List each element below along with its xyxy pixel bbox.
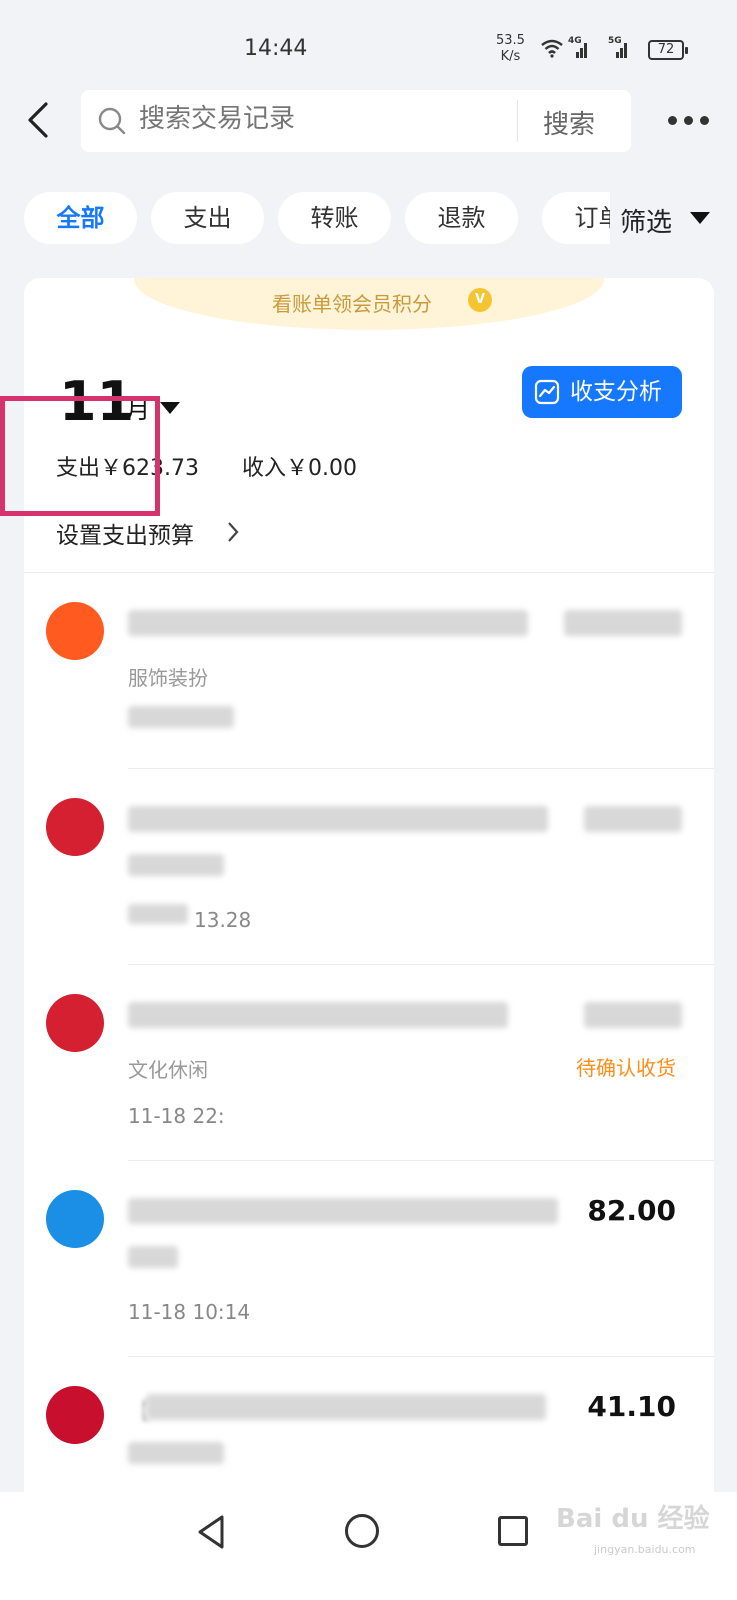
blurred-title	[128, 806, 548, 832]
merchant-avatar	[46, 1386, 104, 1444]
blurred-category	[128, 1246, 178, 1268]
transaction-category: 文化休闲	[128, 1058, 208, 1082]
blurred-amount	[584, 806, 682, 832]
search-button[interactable]: 搜索	[543, 104, 595, 141]
search-bar[interactable]: 搜索	[81, 90, 631, 152]
chip-all[interactable]: 全部	[24, 192, 137, 244]
chip-order-clipped: 订单	[542, 192, 610, 244]
more-menu-icon[interactable]	[668, 116, 709, 125]
status-bar: 14:44 53.5 K/s 4G 5G 72	[0, 0, 737, 80]
chart-icon	[534, 379, 560, 405]
network-speed-unit: K/s	[500, 49, 521, 64]
transaction-item[interactable]: 文化休闲 11-18 22: 待确认收货	[24, 964, 714, 1160]
annotation-highlight-box	[0, 396, 160, 516]
nav-home-icon[interactable]	[345, 1514, 379, 1548]
chip-expense[interactable]: 支出	[151, 192, 264, 244]
watermark-logo: Bai du 经验	[556, 1504, 710, 1534]
signal-icon	[576, 43, 587, 58]
chip-refund[interactable]: 退款	[405, 192, 518, 244]
month-dropdown-icon[interactable]	[160, 402, 180, 414]
network-speed: 53.5 K/s	[496, 33, 525, 65]
battery-icon: 72	[648, 40, 688, 60]
status-time: 14:44	[244, 36, 308, 61]
blurred-date	[128, 706, 234, 728]
income-total: 收入￥0.00	[241, 456, 357, 481]
blurred-amount	[564, 610, 682, 636]
nav-recents-icon[interactable]	[498, 1516, 528, 1546]
promo-text[interactable]: 看账单领会员积分	[272, 288, 432, 317]
transaction-date: 11-18 22:	[128, 1104, 225, 1128]
blurred-title	[128, 1198, 558, 1224]
watermark-url: jingyan.baidu.com	[594, 1543, 696, 1556]
blurred-title	[146, 1394, 546, 1420]
network-speed-value: 53.5	[496, 33, 525, 48]
transaction-date: 11-18 10:14	[128, 1300, 251, 1324]
transaction-item[interactable]: 13.28	[24, 768, 714, 964]
merchant-avatar	[46, 798, 104, 856]
merchant-avatar	[46, 602, 104, 660]
blurred-category	[128, 1442, 224, 1464]
transaction-amount: 41.10	[587, 1390, 676, 1423]
search-input[interactable]	[139, 104, 499, 134]
merchant-avatar	[46, 1190, 104, 1248]
chip-transfer[interactable]: 转账	[278, 192, 391, 244]
transaction-amount: 82.00	[587, 1194, 676, 1227]
blurred-category	[128, 854, 224, 876]
blurred-title	[128, 610, 528, 636]
member-badge-icon: V	[468, 288, 492, 312]
wifi-icon	[541, 39, 563, 58]
signal-icon	[616, 43, 627, 58]
blurred-date	[128, 904, 188, 924]
filter-button[interactable]: 筛选	[620, 202, 672, 239]
merchant-avatar	[46, 994, 104, 1052]
nav-back-icon[interactable]	[196, 1514, 226, 1550]
filter-chips: 全部 支出 转账 退款 订单 筛选	[0, 192, 737, 248]
filter-dropdown-icon[interactable]	[690, 212, 710, 224]
search-divider	[517, 100, 518, 142]
set-budget-link[interactable]: 设置支出预算	[56, 516, 194, 550]
income-expense-analysis-button[interactable]: 收支分析	[522, 366, 682, 418]
analysis-label: 收支分析	[570, 379, 662, 405]
transaction-item[interactable]: 82.00 11-18 10:14	[24, 1160, 714, 1356]
blurred-title	[128, 1002, 508, 1028]
chevron-right-icon[interactable]	[226, 521, 240, 543]
status-badge: 待确认收货	[576, 1056, 676, 1080]
transaction-category: 服饰装扮	[128, 666, 208, 690]
back-arrow-icon[interactable]	[24, 100, 54, 140]
blurred-amount	[584, 1002, 682, 1028]
chip-order[interactable]: 订单	[542, 192, 610, 244]
transaction-date: 13.28	[194, 908, 252, 932]
search-icon	[98, 107, 126, 135]
transaction-item[interactable]: 服饰装扮	[24, 572, 714, 768]
